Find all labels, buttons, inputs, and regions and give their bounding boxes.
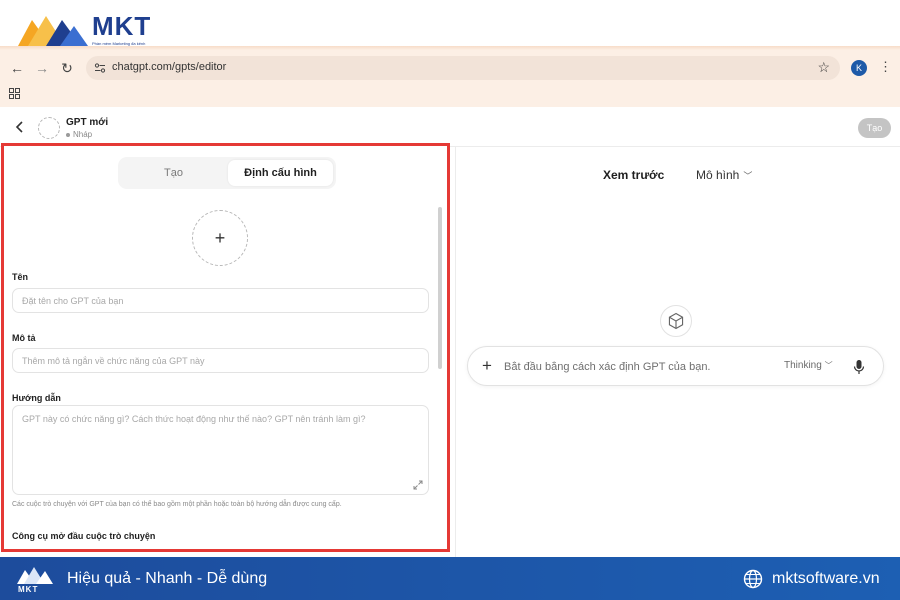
browser-toolbar: ← → ↻ chatgpt.com/gpts/editor ☆ K ⋮: [0, 50, 900, 107]
brand-name: MKT: [92, 11, 152, 41]
chat-composer: + Thinking ﹀: [467, 346, 884, 386]
conversation-starters-label: Công cụ mở đầu cuộc trò chuyện: [12, 531, 156, 541]
chevron-left-icon[interactable]: [14, 120, 26, 134]
back-arrow-icon[interactable]: ←: [9, 60, 25, 76]
chevron-down-icon: ﹀: [824, 361, 833, 370]
microphone-icon[interactable]: [853, 359, 865, 375]
preview-title: Xem trước: [603, 168, 665, 182]
expand-icon[interactable]: [413, 480, 423, 490]
chevron-down-icon: ﹀: [743, 171, 753, 181]
plus-icon: +: [214, 228, 226, 248]
footer-website[interactable]: mktsoftware.vn: [772, 570, 880, 588]
create-button[interactable]: Tạo: [858, 118, 891, 138]
forward-arrow-icon[interactable]: →: [34, 60, 50, 76]
panel-divider: [455, 147, 456, 557]
profile-avatar[interactable]: K: [851, 60, 867, 76]
bookmark-star-icon[interactable]: ☆: [817, 59, 830, 76]
name-label: Tên: [12, 272, 29, 282]
instructions-label: Hướng dẫn: [12, 393, 61, 403]
mode-label: Thinking: [784, 360, 822, 371]
model-selector[interactable]: Mô hình ﹀: [696, 168, 752, 182]
add-attachment-icon[interactable]: +: [482, 356, 492, 376]
model-label: Mô hình: [696, 168, 740, 182]
chat-input[interactable]: [504, 357, 764, 377]
description-input[interactable]: [12, 348, 429, 373]
gpt-status: Nháp: [66, 130, 92, 139]
scrollbar-thumb[interactable]: [438, 207, 442, 369]
site-settings-icon[interactable]: [94, 62, 106, 74]
editor-tabs: Tạo Định cấu hình: [118, 157, 336, 189]
brand-header: MKT Phần mềm Marketing đa kênh: [0, 0, 900, 50]
status-dot-icon: [66, 132, 70, 137]
reload-icon[interactable]: ↻: [59, 60, 75, 76]
instructions-hint: Các cuộc trò chuyện với GPT của bạn có t…: [12, 501, 342, 508]
mkt-logo-icon: [18, 16, 88, 46]
gpt-cube-icon: [660, 305, 692, 337]
footer-banner: MKT Hiệu quả - Nhanh - Dễ dùng mktsoftwa…: [0, 557, 900, 600]
mkt-footer-logo-icon: [17, 567, 53, 584]
configure-panel: Tạo Định cấu hình + Tên Mô tả Hướng dẫn …: [1, 143, 450, 552]
gpt-status-text: Nháp: [73, 130, 93, 139]
gpt-name: GPT mới: [66, 117, 109, 128]
tab-configure[interactable]: Định cấu hình: [228, 160, 333, 186]
footer-slogan: Hiệu quả - Nhanh - Dễ dùng: [67, 570, 268, 587]
name-input[interactable]: [12, 288, 429, 313]
url-text: chatgpt.com/gpts/editor: [112, 61, 227, 73]
upload-avatar-button[interactable]: +: [192, 210, 248, 266]
screenshot-page: MKT Phần mềm Marketing đa kênh ← → ↻ cha…: [0, 0, 900, 600]
globe-icon: [743, 569, 763, 589]
gpt-editor-header: GPT mới Nháp Tạo: [0, 107, 900, 147]
gpt-avatar-placeholder[interactable]: [38, 117, 60, 139]
description-label: Mô tả: [12, 333, 36, 343]
more-vert-icon[interactable]: ⋮: [879, 59, 892, 75]
mode-selector[interactable]: Thinking ﹀: [784, 360, 833, 371]
footer-logo-text: MKT: [18, 585, 39, 594]
instructions-textarea[interactable]: [12, 405, 429, 495]
apps-grid-icon[interactable]: [9, 88, 20, 99]
tab-create[interactable]: Tạo: [121, 160, 226, 186]
address-bar[interactable]: chatgpt.com/gpts/editor ☆: [86, 56, 840, 80]
